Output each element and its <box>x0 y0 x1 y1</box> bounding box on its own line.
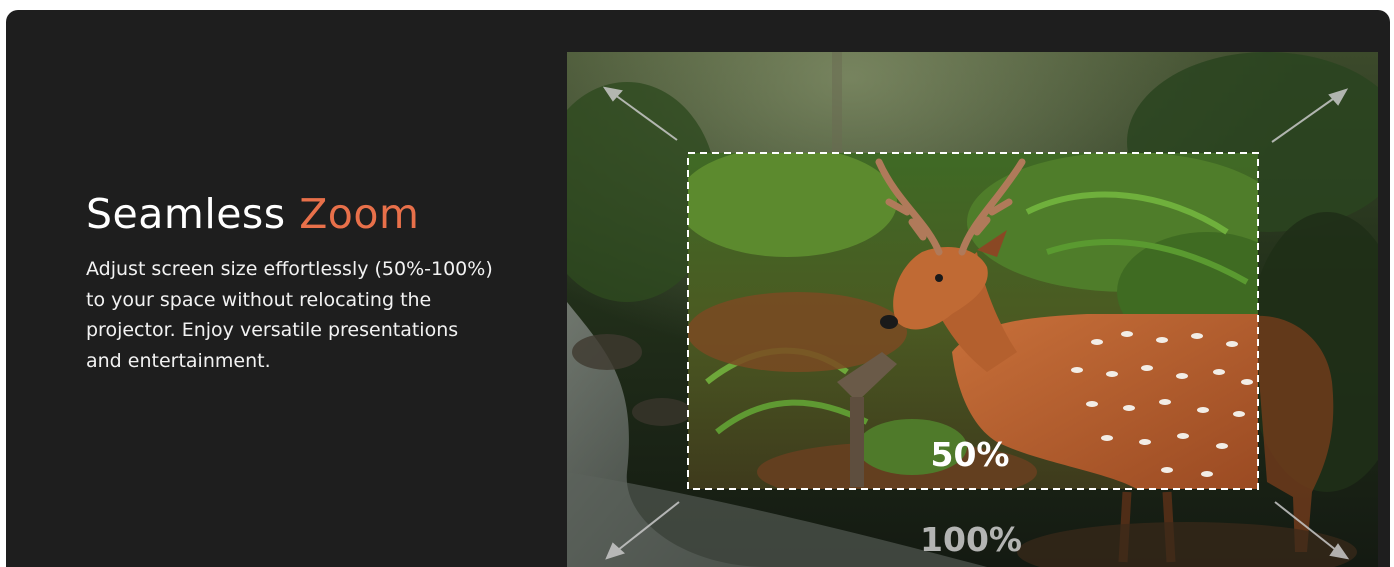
description-line: to your space without relocating the <box>86 288 432 311</box>
description-line: and entertainment. <box>86 349 271 372</box>
headline-prefix: Seamless <box>86 190 286 238</box>
feature-copy: Seamless Zoom Adjust screen size effortl… <box>86 190 546 376</box>
description-line: projector. Enjoy versatile presentations <box>86 319 459 341</box>
description-line: Adjust screen size effortlessly (50%-100… <box>86 258 493 280</box>
zoom-50-label: 50% <box>931 435 1010 474</box>
feature-description: Adjust screen size effortlessly (50%-100… <box>86 254 526 376</box>
zoom-illustration: 50% 100% <box>567 52 1378 567</box>
feature-headline: Seamless Zoom <box>86 190 546 238</box>
zoom-100-label: 100% <box>920 520 1022 559</box>
headline-accent: Zoom <box>299 190 420 238</box>
feature-panel: Seamless Zoom Adjust screen size effortl… <box>6 10 1390 567</box>
